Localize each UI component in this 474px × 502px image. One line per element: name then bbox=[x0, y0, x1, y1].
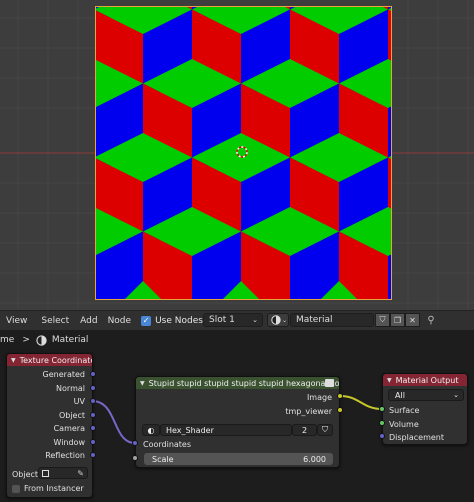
users-count: 2 bbox=[301, 425, 308, 435]
node-tree-users-count[interactable]: 2 bbox=[292, 424, 317, 436]
menu-select[interactable]: Select bbox=[41, 316, 69, 326]
socket-normal[interactable] bbox=[90, 385, 96, 391]
eyedropper-icon[interactable]: ✎ bbox=[77, 469, 84, 478]
socket-camera[interactable] bbox=[90, 425, 96, 431]
target-dropdown[interactable]: All ⌄ bbox=[388, 389, 464, 401]
chevron-down-icon: ⌄ bbox=[282, 316, 288, 324]
socket-surface[interactable] bbox=[379, 406, 385, 412]
use-nodes-checkbox[interactable]: ✓ bbox=[141, 315, 152, 326]
input-coordinates-label: Coordinates bbox=[143, 440, 192, 449]
use-nodes-label: Use Nodes bbox=[155, 315, 203, 326]
from-instancer-checkbox[interactable] bbox=[12, 484, 20, 493]
material-output-title: Material Output bbox=[395, 375, 459, 385]
socket-displacement[interactable] bbox=[379, 433, 385, 439]
chevron-down-icon: ⌄ bbox=[453, 391, 459, 399]
3d-viewport[interactable] bbox=[0, 0, 474, 310]
socket-scale[interactable] bbox=[132, 455, 138, 461]
node-tree-browse-button[interactable]: ◐ bbox=[142, 424, 160, 436]
chevron-down-icon[interactable]: ▼ bbox=[140, 380, 145, 387]
fake-user-shield-icon[interactable]: ⛉ bbox=[317, 424, 333, 436]
output-tmp-viewer-label: tmp_viewer bbox=[285, 407, 332, 416]
fake-user-shield-icon[interactable]: ⛉ bbox=[375, 313, 390, 327]
use-nodes-toggle[interactable]: ✓ Use Nodes bbox=[141, 315, 203, 326]
material-output-node[interactable]: ▼ Material Output All ⌄ Surface Volume D… bbox=[382, 373, 468, 445]
chevron-down-icon[interactable]: ▼ bbox=[387, 377, 392, 384]
duplicate-material-icon[interactable]: ❐ bbox=[390, 313, 405, 327]
from-instancer-toggle[interactable]: From Instancer bbox=[12, 484, 84, 493]
socket-generated[interactable] bbox=[90, 371, 96, 377]
target-value: All bbox=[395, 390, 405, 400]
object-picker-field[interactable]: ✎ bbox=[38, 467, 88, 479]
socket-coordinates[interactable] bbox=[132, 440, 138, 446]
input-volume-label: Volume bbox=[389, 420, 419, 429]
texture-coordinate-node[interactable]: ▼ Texture Coordinate Generated Normal UV… bbox=[6, 353, 93, 498]
output-uv-label: UV bbox=[73, 397, 85, 406]
socket-image[interactable] bbox=[337, 393, 343, 399]
hexagonal-color-group-node[interactable]: ▼ Stupid stupid stupid stupid stupid hex… bbox=[135, 376, 340, 468]
from-instancer-label: From Instancer bbox=[24, 484, 84, 493]
output-camera-label: Camera bbox=[53, 424, 85, 433]
output-reflection-label: Reflection bbox=[45, 451, 85, 460]
3d-cursor-icon[interactable] bbox=[235, 145, 249, 159]
chevron-down-icon: ⌄ bbox=[252, 316, 258, 324]
node-group-icon bbox=[325, 379, 334, 387]
menu-view[interactable]: View bbox=[6, 316, 27, 326]
node-tree-name-field[interactable]: Hex_Shader bbox=[160, 424, 292, 436]
input-surface-label: Surface bbox=[389, 406, 420, 415]
node-tree-icon: ◐ bbox=[147, 425, 155, 435]
slot-label: Slot 1 bbox=[209, 315, 235, 325]
group-node-title: Stupid stupid stupid stupid stupid hexag… bbox=[148, 378, 340, 388]
scale-label: Scale bbox=[152, 454, 174, 464]
uv-to-coordinates-link bbox=[91, 400, 136, 444]
output-image-label: Image bbox=[306, 393, 332, 402]
texture-coordinate-header[interactable]: ▼ Texture Coordinate bbox=[7, 354, 92, 366]
input-displacement-label: Displacement bbox=[389, 433, 444, 442]
socket-window[interactable] bbox=[90, 439, 96, 445]
output-object-label: Object bbox=[58, 411, 85, 420]
unlink-material-icon[interactable]: ✕ bbox=[405, 313, 420, 327]
node-tree-name: Hex_Shader bbox=[166, 425, 214, 435]
texture-coordinate-title: Texture Coordinate bbox=[19, 355, 93, 365]
pin-icon[interactable]: ⚲ bbox=[424, 313, 438, 327]
socket-object[interactable] bbox=[90, 412, 96, 418]
object-field-label: Object: bbox=[12, 470, 41, 479]
socket-uv[interactable] bbox=[90, 398, 96, 404]
group-node-header[interactable]: ▼ Stupid stupid stupid stupid stupid hex… bbox=[136, 377, 339, 389]
slot-dropdown[interactable]: Slot 1 ⌄ bbox=[203, 313, 263, 327]
menu-add[interactable]: Add bbox=[80, 316, 97, 326]
scale-value: 6.000 bbox=[303, 454, 326, 464]
output-generated-label: Generated bbox=[42, 370, 85, 379]
output-window-label: Window bbox=[53, 438, 85, 447]
material-sphere-icon bbox=[271, 315, 281, 325]
image-to-surface-link bbox=[339, 395, 383, 410]
material-output-header[interactable]: ▼ Material Output bbox=[383, 374, 467, 386]
chevron-down-icon[interactable]: ▼ bbox=[11, 357, 16, 364]
output-normal-label: Normal bbox=[56, 384, 85, 393]
socket-volume[interactable] bbox=[379, 420, 385, 426]
material-name: Material bbox=[296, 315, 333, 325]
menu-node[interactable]: Node bbox=[108, 316, 132, 326]
object-icon bbox=[42, 469, 49, 477]
material-browse-button[interactable]: ⌄ bbox=[267, 313, 289, 327]
material-name-field[interactable]: Material bbox=[290, 313, 374, 327]
socket-reflection[interactable] bbox=[90, 452, 96, 458]
scale-field[interactable]: Scale 6.000 bbox=[144, 453, 333, 465]
node-editor-canvas[interactable]: me > Material ▼ Texture Coordinate Gener… bbox=[0, 330, 474, 502]
socket-tmp-viewer[interactable] bbox=[337, 407, 343, 413]
